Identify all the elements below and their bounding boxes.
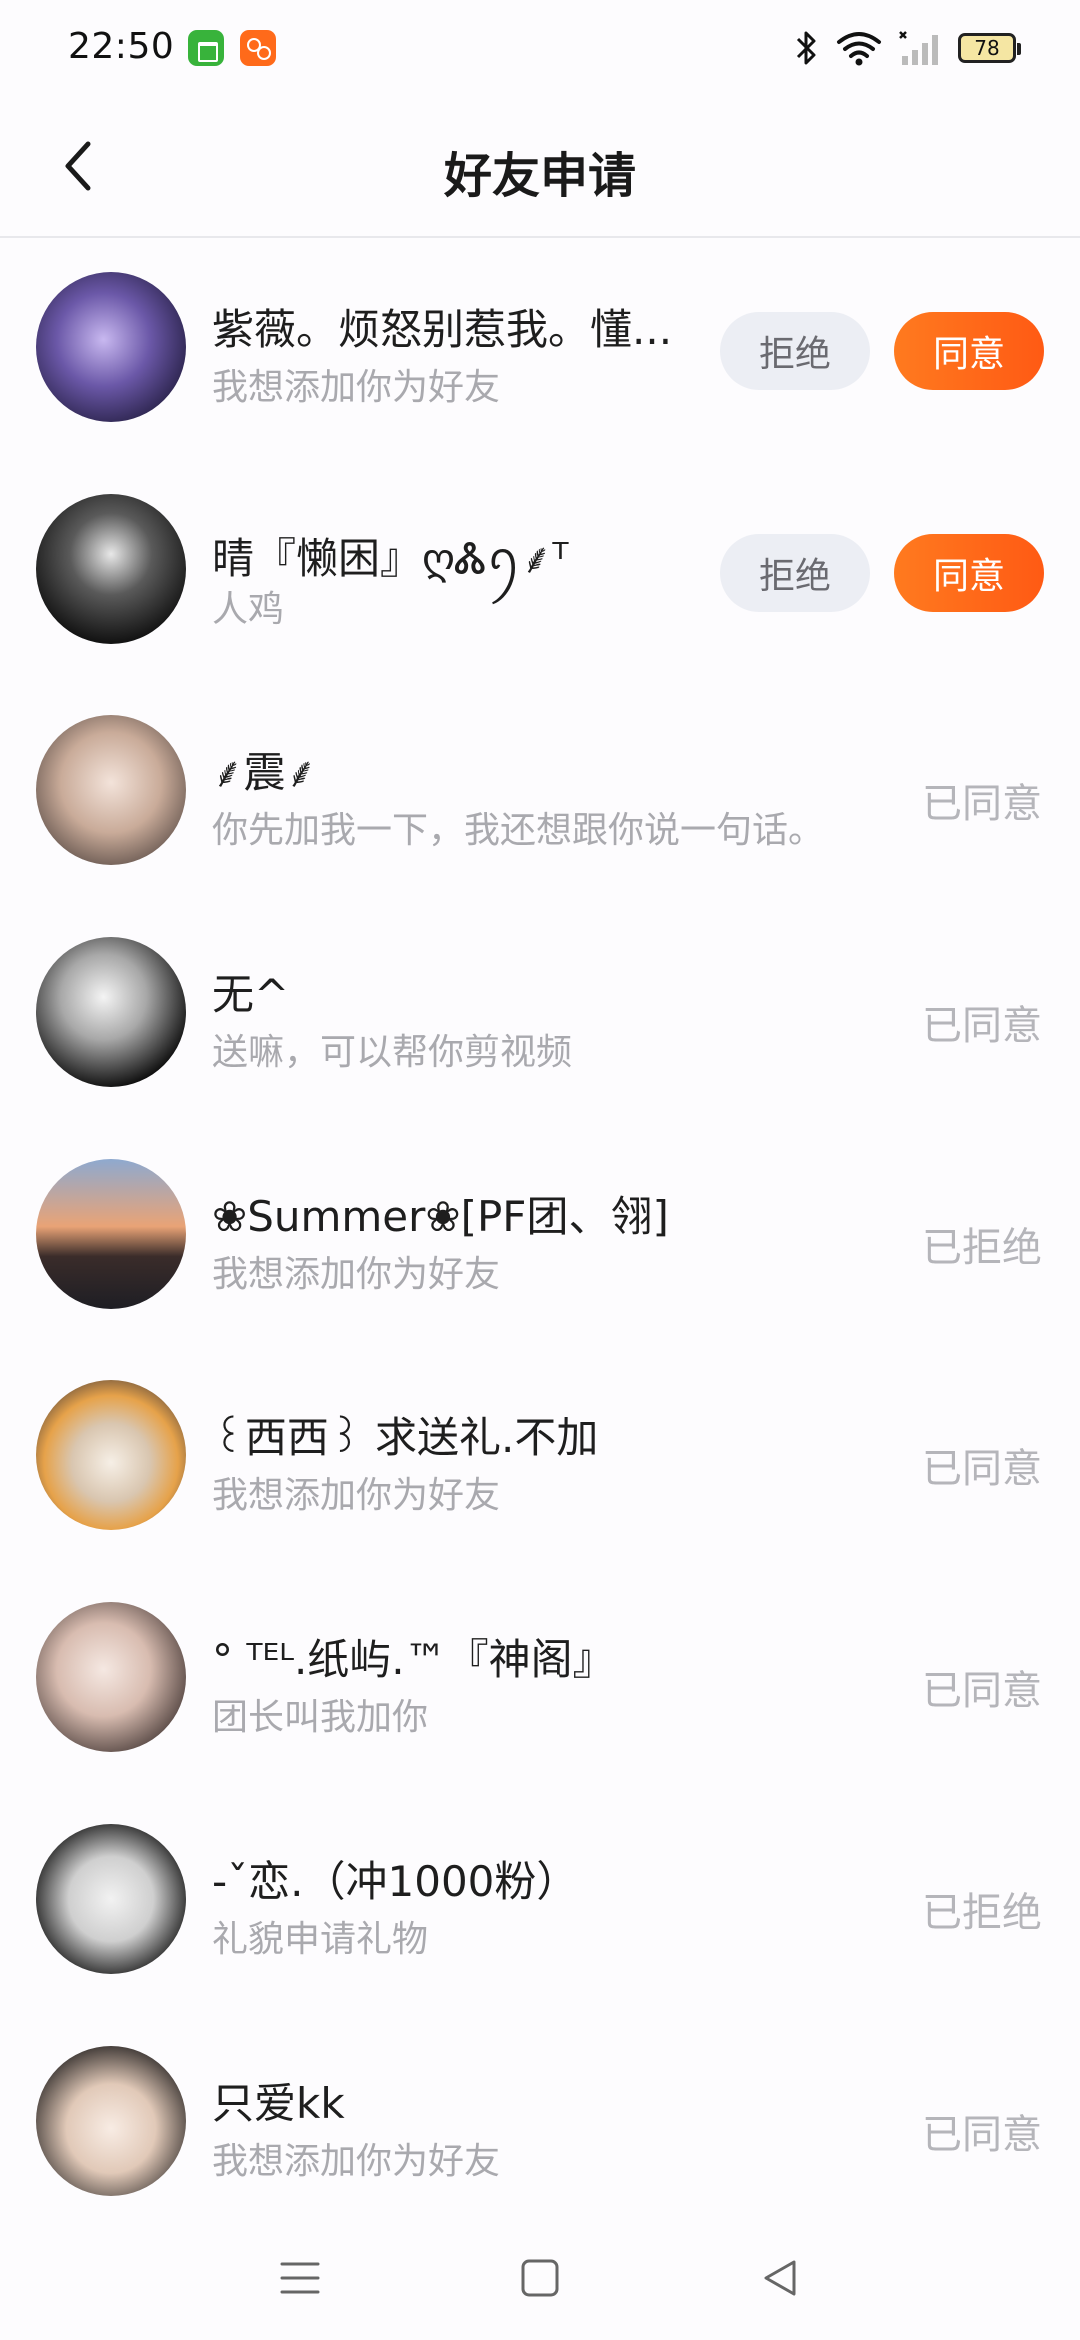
request-message: 你先加我一下，我还想跟你说一句话。	[212, 810, 825, 852]
requester-name: ❀Summer❀[PF团、翎]	[212, 1191, 669, 1241]
agree-button[interactable]: 同意	[894, 312, 1044, 390]
home-icon	[521, 2259, 559, 2296]
app-header: 好友申请	[0, 96, 1080, 238]
page-title: 好友申请	[443, 148, 636, 204]
avatar[interactable]	[36, 272, 186, 422]
signal-icon	[899, 31, 938, 65]
screen: 22:50 78 好友申请 紫薇。烦怒别惹我。懂... 我想添加你为好友 拒绝 …	[0, 0, 1080, 2340]
app-notification-icon	[240, 30, 276, 66]
requester-name: ⸙震⸙	[212, 748, 318, 798]
request-message: 我想添加你为好友	[212, 1475, 501, 1517]
request-message: 送嘛，可以帮你剪视频	[212, 1032, 573, 1074]
status-bar: 22:50 78	[0, 0, 1080, 96]
avatar[interactable]	[36, 1380, 186, 1531]
requester-name: 紫薇。烦怒别惹我。懂...	[212, 305, 673, 354]
reject-button[interactable]: 拒绝	[720, 533, 870, 612]
request-message: 我想添加你为好友	[212, 1253, 501, 1295]
request-status: 已同意	[922, 2111, 1042, 2158]
list-item[interactable]: ° ᵀᴱᴸ.纸屿.™『神阁』 团长叫我加你 已同意	[0, 1570, 1080, 1792]
avatar[interactable]	[36, 715, 186, 866]
request-status: 已拒绝	[922, 1224, 1042, 1271]
request-message: 我想添加你为好友	[212, 2140, 501, 2182]
requester-name: ꒰西西꒱ 求送礼.不加	[212, 1413, 599, 1463]
system-nav-bar	[0, 2215, 1080, 2340]
battery-icon: 78	[958, 33, 1021, 63]
agree-button[interactable]: 同意	[894, 533, 1044, 612]
avatar[interactable]	[36, 1158, 186, 1309]
request-status: 已同意	[922, 1446, 1042, 1493]
avatar[interactable]	[36, 2045, 186, 2196]
status-icons: 78	[794, 28, 1021, 68]
reject-button[interactable]: 拒绝	[720, 312, 870, 390]
back-triangle-icon	[764, 2260, 796, 2295]
wifi-icon	[837, 32, 881, 66]
requester-name: ° ᵀᴱᴸ.纸屿.™『神阁』	[212, 1635, 615, 1685]
list-item[interactable]: -ˇ恋.（冲1000粉） 礼貌申请礼物 已拒绝	[0, 1792, 1080, 2014]
requester-name: 无^	[212, 970, 290, 1020]
list-item[interactable]: 晴『懒困』ღᏜꪆ⸙ᵀ 人鸡 拒绝 同意	[0, 462, 1080, 684]
battery-level: 78	[974, 36, 1000, 60]
requester-name: 只爱kk	[212, 2078, 345, 2128]
list-item[interactable]: 无^ 送嘛，可以帮你剪视频 已同意	[0, 905, 1080, 1127]
request-status: 已同意	[922, 781, 1042, 828]
request-message: 礼貌申请礼物	[212, 1918, 429, 1960]
list-item[interactable]: ❀Summer❀[PF团、翎] 我想添加你为好友 已拒绝	[0, 1127, 1080, 1349]
avatar[interactable]	[36, 1823, 186, 1974]
avatar[interactable]	[36, 937, 186, 1088]
list-item[interactable]: 紫薇。烦怒别惹我。懂... 我想添加你为好友 拒绝 同意	[0, 240, 1080, 462]
home-button[interactable]	[500, 2238, 580, 2318]
request-status: 已同意	[922, 1003, 1042, 1050]
requester-name: -ˇ恋.（冲1000粉）	[212, 1856, 579, 1906]
avatar[interactable]	[36, 1602, 186, 1753]
list-item[interactable]: ꒰西西꒱ 求送礼.不加 我想添加你为好友 已同意	[0, 1348, 1080, 1570]
friend-request-list: 紫薇。烦怒别惹我。懂... 我想添加你为好友 拒绝 同意 晴『懒困』ღᏜꪆ⸙ᵀ …	[0, 240, 1080, 2235]
bluetooth-icon	[796, 31, 816, 65]
request-message: 团长叫我加你	[212, 1697, 429, 1739]
request-status: 已拒绝	[922, 1889, 1042, 1936]
app-notification-icon	[188, 30, 224, 66]
list-item[interactable]: ⸙震⸙ 你先加我一下，我还想跟你说一句话。 已同意	[0, 683, 1080, 905]
back-nav-button[interactable]	[740, 2238, 820, 2318]
menu-icon	[280, 2262, 320, 2293]
request-message: 人鸡	[212, 588, 285, 630]
status-time: 22:50	[68, 26, 175, 67]
list-item[interactable]: 只爱kk 我想添加你为好友 已同意	[0, 2014, 1080, 2236]
menu-button[interactable]	[260, 2238, 340, 2318]
avatar[interactable]	[36, 493, 186, 644]
request-message: 我想添加你为好友	[212, 367, 501, 408]
request-status: 已同意	[922, 1668, 1042, 1715]
